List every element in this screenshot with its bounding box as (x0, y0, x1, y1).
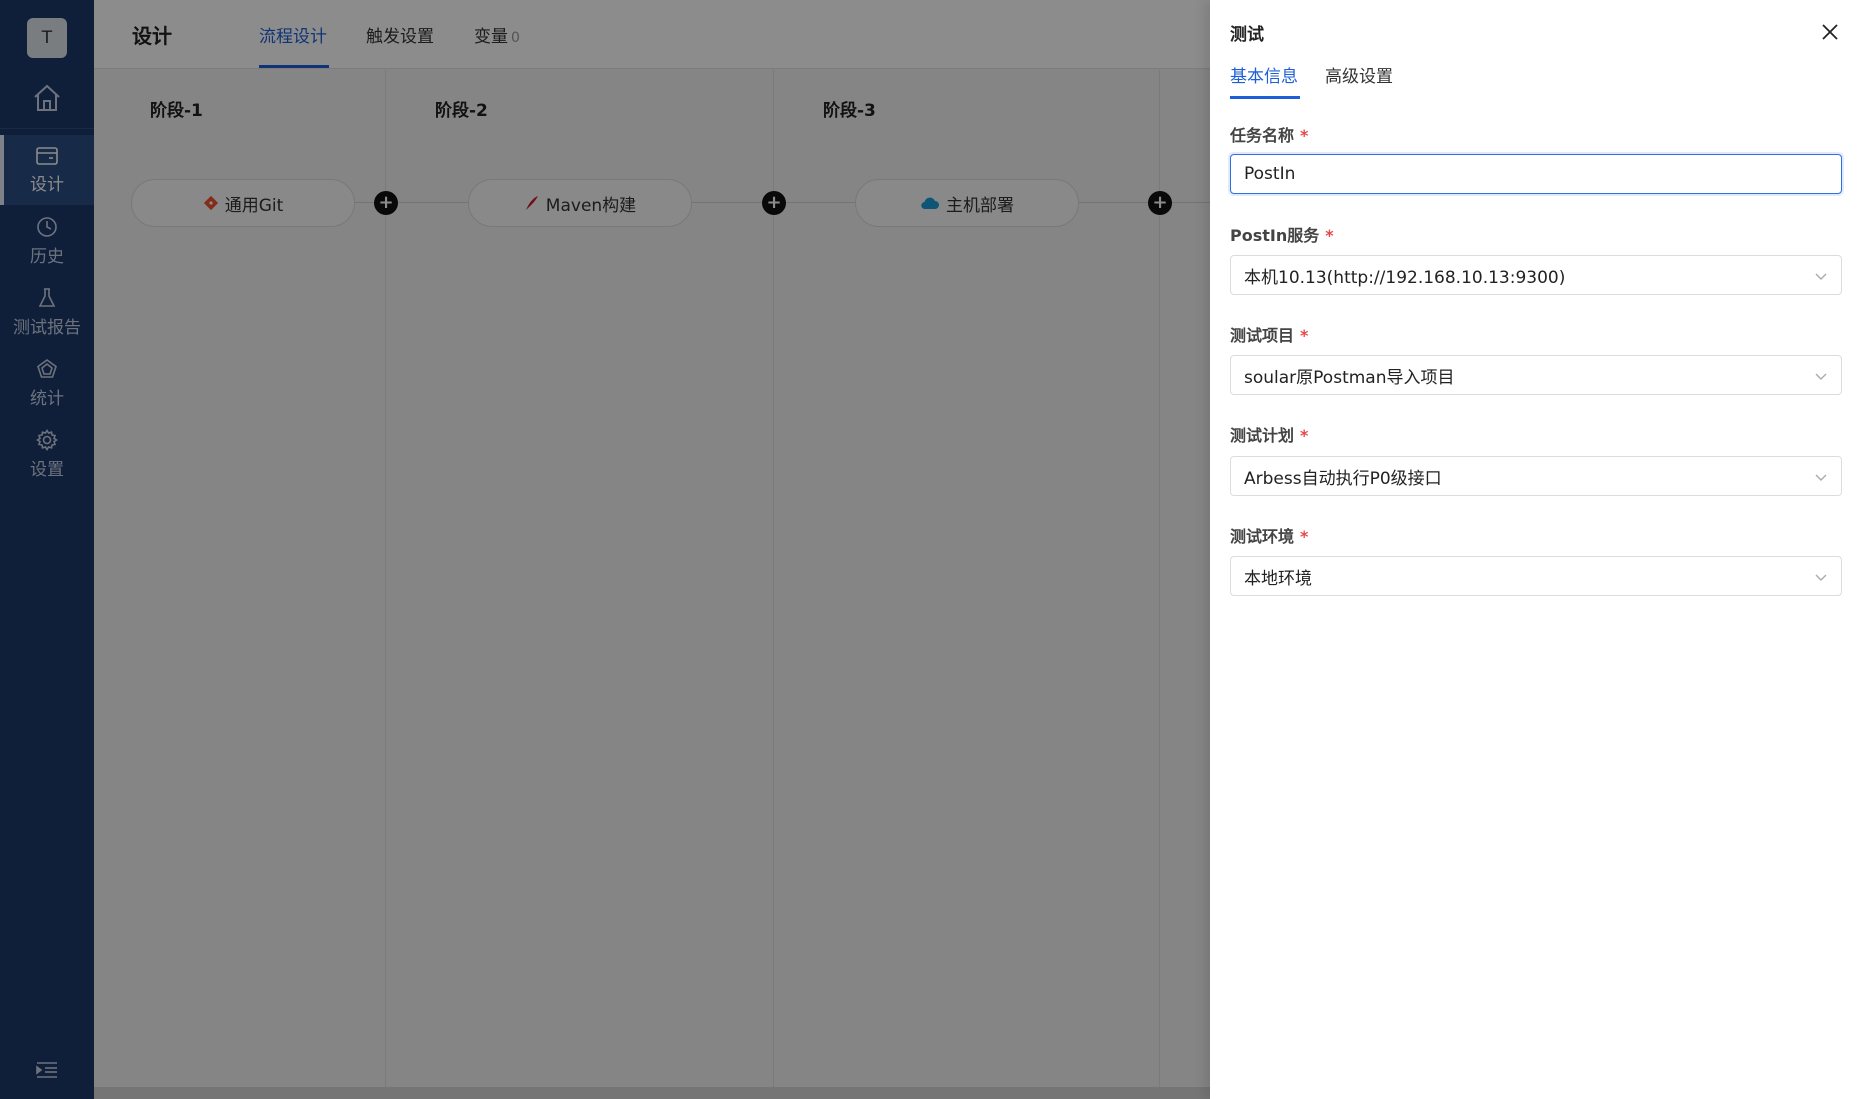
tab-basic-info[interactable]: 基本信息 (1230, 62, 1298, 87)
task-name-label-text: 任务名称 (1230, 126, 1295, 145)
service-label: PostIn服务 * (1230, 222, 1334, 246)
service-label-text: PostIn服务 (1230, 226, 1320, 245)
close-icon (1822, 24, 1838, 40)
env-select[interactable]: 本地环境 (1230, 556, 1842, 596)
project-label-text: 测试项目 (1230, 326, 1295, 345)
plan-label-text: 测试计划 (1230, 426, 1295, 445)
drawer-title: 测试 (1230, 25, 1264, 45)
chevron-down-icon (1815, 574, 1827, 581)
required-mark: * (1300, 126, 1309, 145)
task-config-drawer: 测试 基本信息 高级设置 任务名称 * PostIn服务 * 本机10.13(htt… (1210, 0, 1860, 1099)
env-select-value: 本地环境 (1244, 568, 1312, 589)
task-name-label: 任务名称 * (1230, 122, 1308, 146)
env-label-text: 测试环境 (1230, 527, 1295, 546)
close-button[interactable] (1816, 18, 1844, 46)
chevron-down-icon (1815, 474, 1827, 481)
plan-select[interactable]: Arbess自动执行P0级接口 (1230, 456, 1842, 496)
project-select[interactable]: soular原Postman导入项目 (1230, 355, 1842, 395)
project-label: 测试项目 * (1230, 322, 1308, 346)
chevron-down-icon (1815, 373, 1827, 380)
project-select-value: soular原Postman导入项目 (1244, 367, 1455, 388)
service-select[interactable]: 本机10.13(http://192.168.10.13:9300) (1230, 255, 1842, 295)
env-label: 测试环境 * (1230, 523, 1308, 547)
drawer-tab-active-indicator (1230, 96, 1300, 99)
plan-select-value: Arbess自动执行P0级接口 (1244, 468, 1442, 489)
chevron-down-icon (1815, 273, 1827, 280)
plan-label: 测试计划 * (1230, 422, 1308, 446)
modal-overlay[interactable] (0, 0, 1210, 1099)
required-mark: * (1300, 527, 1309, 546)
required-mark: * (1300, 426, 1309, 445)
task-name-input[interactable] (1230, 154, 1842, 194)
required-mark: * (1325, 226, 1334, 245)
tab-advanced-settings[interactable]: 高级设置 (1325, 62, 1393, 87)
service-select-value: 本机10.13(http://192.168.10.13:9300) (1244, 267, 1566, 288)
required-mark: * (1300, 326, 1309, 345)
